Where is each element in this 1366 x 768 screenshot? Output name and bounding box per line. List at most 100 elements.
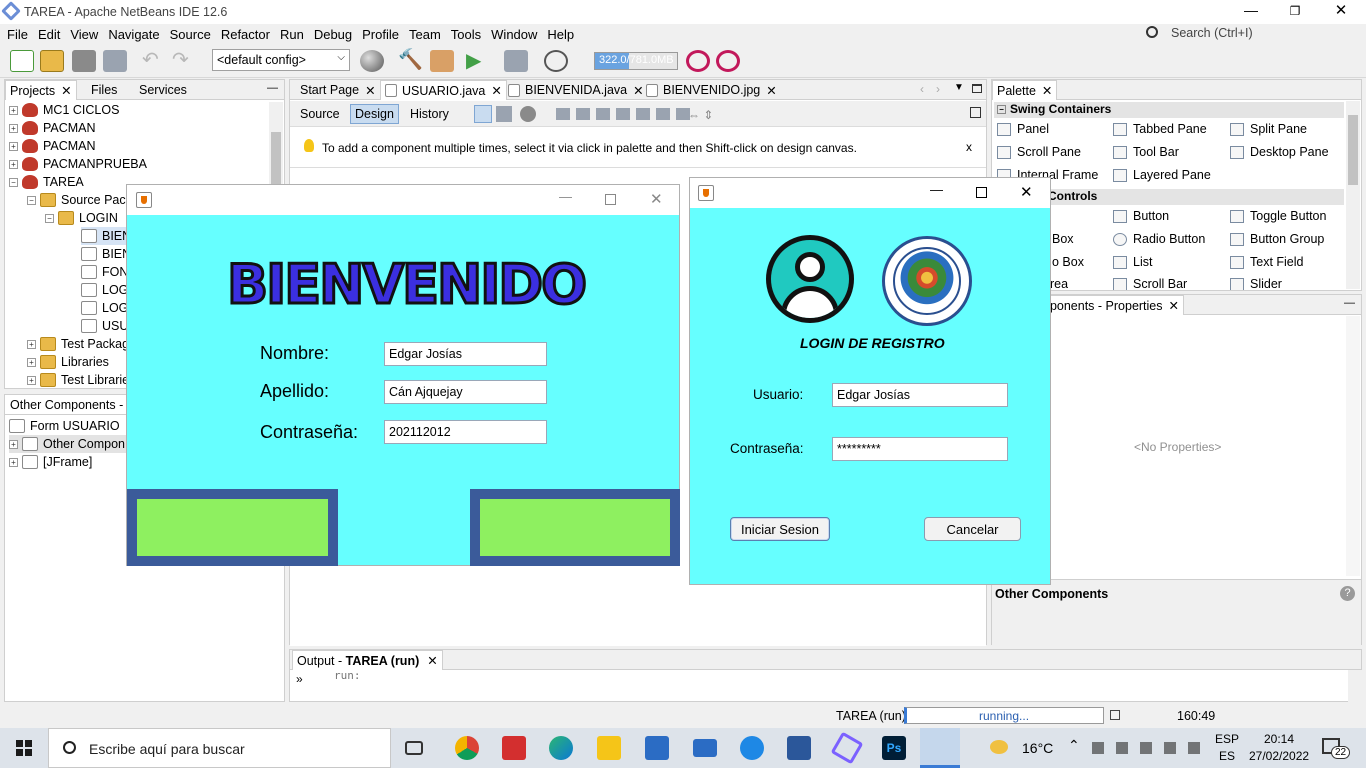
- menu-edit[interactable]: Edit: [38, 27, 60, 42]
- globe-icon[interactable]: [360, 50, 384, 72]
- close-icon[interactable]: ✕: [1169, 298, 1179, 313]
- open-project-icon[interactable]: [72, 50, 96, 72]
- subtab-source[interactable]: Source: [296, 104, 344, 124]
- help-icon[interactable]: ?: [1340, 586, 1355, 601]
- debug-icon[interactable]: [504, 50, 528, 72]
- task-view-icon[interactable]: [405, 741, 423, 755]
- palette-slider[interactable]: Slider: [1230, 278, 1282, 290]
- tree-item-tarea[interactable]: − TAREA: [9, 173, 84, 191]
- password-input[interactable]: *********: [832, 437, 1008, 461]
- restore-button[interactable]: ❐: [1284, 0, 1306, 24]
- menu-source[interactable]: Source: [170, 27, 211, 42]
- profile-icon[interactable]: [544, 50, 568, 72]
- menu-window[interactable]: Window: [491, 27, 537, 42]
- output-rerun-icon[interactable]: »: [296, 672, 303, 686]
- run-progress-bar[interactable]: running...: [904, 707, 1104, 724]
- tree-item-login-package[interactable]: − LOGIN: [45, 209, 118, 227]
- cancel-button[interactable]: Cancelar: [924, 517, 1021, 541]
- minimize-button[interactable]: —: [1240, 0, 1262, 24]
- palette-layered-pane[interactable]: Layered Pane: [1113, 168, 1211, 182]
- tree-item-mc1[interactable]: + MC1 CICLOS: [9, 101, 119, 119]
- tab-start-page[interactable]: Start Page ✕: [296, 80, 380, 100]
- tab-bienvenido-jpg[interactable]: BIENVENIDO.jpg ✕: [642, 80, 781, 100]
- redo-icon[interactable]: ↷: [172, 50, 196, 72]
- close-window-button[interactable]: ✕: [1330, 0, 1352, 24]
- close-button[interactable]: ✕: [1020, 183, 1033, 201]
- close-icon[interactable]: ✕: [427, 653, 437, 668]
- subtab-history[interactable]: History: [406, 104, 453, 124]
- tree-item-login-java[interactable]: LOG: [81, 281, 128, 299]
- tree-item-logo[interactable]: LOG: [81, 299, 128, 317]
- palette-text-field[interactable]: Text Field: [1230, 255, 1304, 269]
- edge-icon[interactable]: [549, 736, 573, 760]
- windows-start-icon[interactable]: [16, 740, 32, 756]
- profile-ide-icon[interactable]: [716, 50, 740, 72]
- clock-time[interactable]: 20:14: [1264, 732, 1294, 746]
- new-file-icon[interactable]: [10, 50, 34, 72]
- tree-item-pacman[interactable]: + PACMAN: [9, 119, 96, 137]
- palette-list[interactable]: List: [1113, 255, 1152, 269]
- temperature[interactable]: 16°C: [1022, 740, 1053, 756]
- tab-properties[interactable]: nponents - Properties ✕: [1038, 295, 1184, 315]
- cancel-process-icon[interactable]: [1110, 710, 1120, 720]
- tab-projects[interactable]: Projects ✕: [5, 80, 77, 100]
- mail-icon[interactable]: [693, 739, 717, 757]
- tab-scroll-right-icon[interactable]: ›: [936, 82, 940, 96]
- palette-combo-box[interactable]: o Box: [1052, 255, 1084, 269]
- minimize-panel-icon[interactable]: —: [1344, 297, 1355, 309]
- store-icon[interactable]: [645, 736, 669, 760]
- usuario-input[interactable]: Edgar Josías: [832, 383, 1008, 407]
- preview-icon[interactable]: [520, 106, 536, 122]
- menu-refactor[interactable]: Refactor: [221, 27, 270, 42]
- palette-button[interactable]: Button: [1113, 209, 1169, 223]
- tab-scroll-left-icon[interactable]: ‹: [920, 82, 924, 96]
- memory-indicator[interactable]: 322.0/781.0MB: [594, 52, 678, 70]
- tab-bienvenida-java[interactable]: BIENVENIDA.java ✕: [504, 80, 648, 100]
- green-button-left[interactable]: [127, 489, 338, 566]
- taskbar-search[interactable]: Escribe aquí para buscar: [48, 728, 391, 768]
- close-icon[interactable]: ✕: [1042, 83, 1052, 98]
- remote-icon[interactable]: [740, 736, 764, 760]
- search-icon[interactable]: [1146, 26, 1158, 38]
- tree-item-libraries[interactable]: + Libraries: [27, 353, 109, 371]
- language-line2[interactable]: ES: [1219, 749, 1235, 763]
- close-icon[interactable]: ✕: [365, 83, 375, 98]
- subtab-design[interactable]: Design: [350, 104, 399, 124]
- menu-profile[interactable]: Profile: [362, 27, 399, 42]
- menu-team[interactable]: Team: [409, 27, 441, 42]
- java-app-icon[interactable]: [920, 728, 960, 768]
- palette-button-group[interactable]: Button Group: [1230, 232, 1324, 246]
- tree-item-fondo[interactable]: FON: [81, 263, 128, 281]
- tree-item-bienvenida[interactable]: BIEN: [81, 227, 132, 245]
- menu-run[interactable]: Run: [280, 27, 304, 42]
- tree-item-bienvenido-jpg[interactable]: BIEN: [81, 245, 131, 263]
- tree-item-source-packages[interactable]: − Source Pack: [27, 191, 132, 209]
- palette-panel-item[interactable]: Panel: [997, 122, 1049, 136]
- tree-item-usuario[interactable]: USU: [81, 317, 128, 335]
- align-icons[interactable]: [556, 108, 696, 120]
- close-icon[interactable]: ✕: [491, 83, 501, 98]
- palette-tabbed-pane[interactable]: Tabbed Pane: [1113, 122, 1207, 136]
- tray-icons[interactable]: [1092, 742, 1202, 754]
- tab-palette[interactable]: Palette ✕: [992, 80, 1058, 100]
- clean-build-icon[interactable]: 🔨: [398, 50, 423, 72]
- connection-mode-icon[interactable]: [496, 106, 512, 122]
- minimize-button[interactable]: —: [930, 182, 943, 197]
- palette-section-containers[interactable]: − Swing Containers: [994, 102, 1344, 118]
- file-explorer-icon[interactable]: [597, 736, 621, 760]
- palette-desktop-pane[interactable]: Desktop Pane: [1230, 145, 1329, 159]
- palette-scroll-bar[interactable]: Scroll Bar: [1113, 278, 1187, 290]
- tab-files[interactable]: Files: [87, 80, 121, 100]
- run-icon[interactable]: ▶: [466, 50, 490, 72]
- green-button-right[interactable]: [470, 489, 680, 566]
- resize-icons[interactable]: ⇔ ⇕: [688, 108, 724, 122]
- output-scrollbar[interactable]: [1348, 670, 1362, 702]
- build-icon[interactable]: [430, 50, 454, 72]
- nav-other-components[interactable]: + Other Compon: [9, 435, 131, 453]
- nombre-field[interactable]: Edgar Josías: [384, 342, 547, 366]
- minimize-button[interactable]: —: [559, 189, 572, 204]
- close-icon[interactable]: ✕: [61, 83, 71, 98]
- weather-icon[interactable]: [990, 740, 1008, 754]
- menu-file[interactable]: File: [7, 27, 28, 42]
- acrobat-icon[interactable]: [502, 736, 526, 760]
